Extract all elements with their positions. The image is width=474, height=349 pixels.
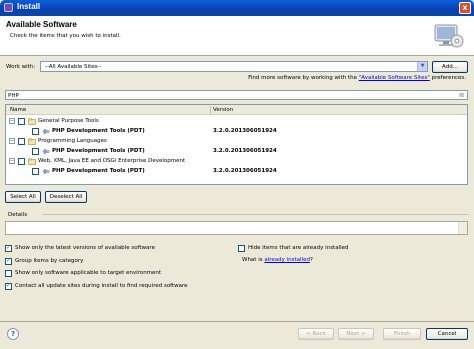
more-software-text: Find more software by working with the "… — [0, 75, 466, 81]
back-button[interactable]: < Back — [298, 328, 334, 340]
wizard-header: Available Software Check the items that … — [0, 16, 474, 56]
plugin-icon — [42, 128, 50, 134]
category-row[interactable]: − Programming Languages — [6, 137, 467, 146]
app-icon — [4, 3, 13, 12]
select-all-label: Select All — [10, 194, 36, 200]
page-title: Available Software — [6, 20, 77, 29]
row-checkbox[interactable] — [32, 127, 39, 135]
target-env-label: Show only software applicable to target … — [15, 270, 162, 276]
row-checkbox[interactable] — [18, 157, 25, 165]
group-by-category-label: Group items by category — [15, 258, 84, 264]
row-checkbox[interactable] — [32, 147, 39, 155]
category-icon — [28, 118, 36, 125]
what-is-prefix: What is — [242, 257, 265, 263]
collapse-toggle-icon[interactable]: − — [9, 138, 15, 144]
work-with-label: Work with: — [6, 64, 36, 70]
clear-filter-icon[interactable]: ⊠ — [458, 92, 465, 99]
add-site-button[interactable]: Add... — [432, 61, 468, 73]
hide-installed-checkbox[interactable] — [238, 244, 245, 252]
details-separator — [42, 214, 468, 215]
collapse-toggle-icon[interactable]: − — [9, 158, 15, 164]
group-by-category-checkbox[interactable] — [5, 257, 12, 265]
window-title: Install — [17, 2, 41, 11]
details-label: Details — [8, 212, 28, 218]
row-version: 3.2.0.201306051924 — [213, 128, 277, 134]
add-site-label: Add... — [442, 64, 458, 70]
details-box — [5, 221, 468, 235]
row-name: Web, XML, Java EE and OSGi Enterprise De… — [38, 158, 186, 164]
hide-installed-label: Hide items that are already installed — [248, 245, 349, 251]
install-banner-icon — [434, 24, 464, 48]
category-row[interactable]: − Web, XML, Java EE and OSGi Enterprise D… — [6, 157, 467, 166]
row-checkbox[interactable] — [32, 167, 39, 175]
page-description: Check the items that you wish to install… — [10, 33, 121, 39]
finish-label: Finish — [394, 331, 410, 337]
plugin-icon — [42, 168, 50, 174]
latest-versions-label: Show only the latest versions of availab… — [15, 245, 155, 251]
contact-sites-checkbox[interactable] — [5, 282, 12, 290]
bottom-separator — [0, 321, 474, 322]
next-button[interactable]: Next > — [338, 328, 374, 340]
chevron-down-icon[interactable]: ▼ — [417, 62, 427, 71]
row-name: PHP Development Tools (PDT) — [52, 148, 145, 154]
work-with-value: --All Available Sites-- — [45, 64, 102, 70]
collapse-toggle-icon[interactable]: − — [9, 118, 15, 124]
work-with-row: Work with: --All Available Sites-- ▼ Add… — [6, 61, 468, 73]
select-all-button[interactable]: Select All — [5, 191, 41, 203]
more-software-suffix: preferences. — [429, 75, 466, 81]
row-name: General Purpose Tools — [38, 118, 99, 124]
row-checkbox[interactable] — [18, 117, 25, 125]
what-is-installed-text: What is already installed? — [242, 257, 313, 266]
category-row[interactable]: − General Purpose Tools — [6, 117, 467, 126]
back-label: < Back — [306, 331, 326, 337]
deselect-all-button[interactable]: Deselect All — [45, 191, 87, 203]
filter-value: PHP — [8, 92, 19, 99]
more-software-prefix: Find more software by working with the — [248, 75, 359, 81]
next-label: Next > — [346, 331, 366, 337]
column-version-header[interactable]: Version — [213, 107, 233, 113]
contact-sites-label: Contact all update sites during install … — [15, 283, 188, 289]
cancel-button[interactable]: Cancel — [426, 328, 468, 340]
already-installed-link[interactable]: already installed — [264, 257, 310, 263]
plugin-icon — [42, 148, 50, 154]
latest-versions-checkbox[interactable] — [5, 244, 12, 252]
details-scrollbar[interactable] — [458, 222, 467, 234]
category-icon — [28, 138, 36, 145]
category-icon — [28, 158, 36, 165]
finish-button[interactable]: Finish — [383, 328, 421, 340]
row-name: Programming Languages — [38, 138, 107, 144]
cancel-label: Cancel — [437, 331, 457, 337]
what-is-suffix: ? — [309, 257, 313, 263]
column-name-header[interactable]: Name — [10, 107, 26, 113]
available-sites-link[interactable]: "Available Software Sites" — [359, 75, 430, 81]
target-env-checkbox[interactable] — [5, 269, 12, 277]
row-version: 3.2.0.201306051924 — [213, 168, 277, 174]
work-with-combo[interactable]: --All Available Sites-- ▼ — [40, 61, 428, 72]
tree-header: Name Version — [6, 105, 467, 115]
feature-row[interactable]: PHP Development Tools (PDT) 3.2.0.2013060… — [6, 167, 467, 176]
software-tree: Name Version − General Purpose Tools PHP D… — [5, 104, 468, 185]
column-separator[interactable] — [210, 106, 211, 114]
row-checkbox[interactable] — [18, 137, 25, 145]
title-bar: Install x — [0, 0, 474, 16]
close-button[interactable]: x — [459, 2, 471, 14]
row-name: PHP Development Tools (PDT) — [52, 128, 145, 134]
row-version: 3.2.0.201306051924 — [213, 148, 277, 154]
feature-row[interactable]: PHP Development Tools (PDT) 3.2.0.2013060… — [6, 147, 467, 156]
deselect-all-label: Deselect All — [49, 194, 83, 200]
filter-input[interactable]: PHP ⊠ — [5, 90, 468, 100]
help-icon[interactable]: ? — [7, 328, 19, 340]
feature-row[interactable]: PHP Development Tools (PDT) 3.2.0.2013060… — [6, 127, 467, 136]
row-name: PHP Development Tools (PDT) — [52, 168, 145, 174]
